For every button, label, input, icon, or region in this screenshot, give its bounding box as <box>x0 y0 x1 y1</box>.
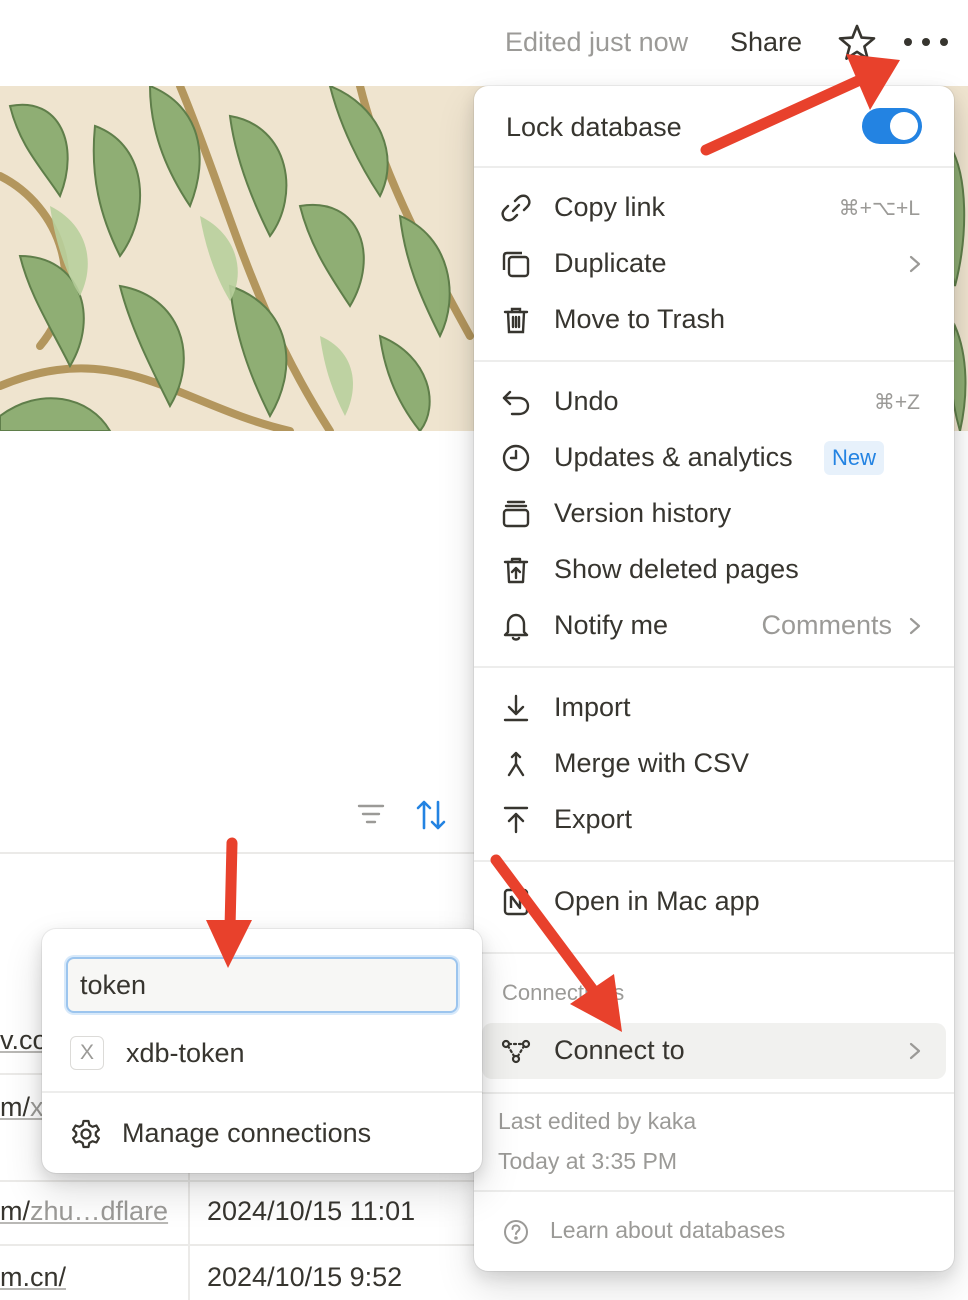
menu-item-undo[interactable]: Undo ⌘+Z <box>474 377 954 427</box>
table-cell-link[interactable]: m.cn/ <box>0 1262 66 1293</box>
menu-item-export[interactable]: Export <box>474 795 954 845</box>
connection-option-label: xdb-token <box>126 1038 245 1068</box>
link-icon <box>501 194 531 222</box>
undo-icon <box>502 390 530 416</box>
help-circle-icon <box>504 1220 528 1244</box>
menu-divider <box>474 860 954 862</box>
menu-divider <box>474 1190 954 1192</box>
menu-item-label: Copy link <box>554 192 666 222</box>
menu-item-import[interactable]: Import <box>474 683 954 733</box>
connections-section-title: Connections <box>502 980 625 1005</box>
menu-divider <box>474 166 954 168</box>
filter-icon[interactable] <box>356 800 386 830</box>
toggle-knob <box>890 112 918 140</box>
menu-item-label: Updates & analytics <box>554 442 793 472</box>
connect-to-popover: X xdb-token Manage connections <box>42 929 482 1173</box>
table-cell-created-time: 2024/10/15 9:52 <box>207 1262 403 1292</box>
menu-item-open-mac-app[interactable]: Open in Mac app <box>474 877 954 927</box>
import-icon <box>503 694 529 722</box>
table-header-divider <box>0 852 474 854</box>
star-icon[interactable] <box>836 22 878 64</box>
menu-item-label: Version history <box>554 498 732 528</box>
menu-divider <box>474 1092 954 1094</box>
learn-label: Learn about databases <box>550 1217 786 1243</box>
table-row-divider <box>0 1180 474 1182</box>
menu-item-label: Undo <box>554 386 619 416</box>
menu-item-version-history[interactable]: Version history <box>474 489 954 539</box>
menu-item-move-to-trash[interactable]: Move to Trash <box>474 295 954 345</box>
connection-search-input[interactable] <box>66 957 458 1013</box>
chevron-right-icon <box>909 617 921 635</box>
menu-item-label: Export <box>554 804 633 834</box>
database-options-menu: Lock database Copy link ⌘+⌥+L Duplicate … <box>474 86 954 1271</box>
table-column-divider <box>188 1173 190 1300</box>
manage-connections-label: Manage connections <box>122 1118 372 1148</box>
connection-option[interactable]: X xdb-token <box>42 1029 482 1079</box>
menu-item-label: Import <box>554 692 631 722</box>
manage-connections-button[interactable]: Manage connections <box>42 1109 482 1159</box>
integration-logo-icon: X <box>70 1036 104 1070</box>
menu-item-updates-analytics[interactable]: Updates & analytics New <box>474 433 954 483</box>
menu-item-label: Notify me <box>554 610 669 640</box>
gear-icon <box>72 1119 100 1149</box>
lock-database-toggle[interactable] <box>862 108 922 144</box>
lock-database-label: Lock database <box>506 112 682 142</box>
duplicate-icon <box>502 251 530 278</box>
menu-item-label: Open in Mac app <box>554 886 760 916</box>
last-edited-time: Today at 3:35 PM <box>498 1148 677 1174</box>
menu-item-label: Merge with CSV <box>554 748 750 778</box>
shortcut-hint: ⌘+Z <box>873 391 920 414</box>
bell-icon <box>503 613 529 641</box>
export-icon <box>503 806 529 834</box>
sort-icon[interactable] <box>414 798 448 832</box>
new-badge: New <box>824 441 885 475</box>
restore-trash-icon <box>503 557 529 584</box>
version-history-icon <box>502 500 530 528</box>
table-cell-link[interactable]: m/zhu…dflare <box>0 1196 168 1227</box>
clock-icon <box>502 444 530 472</box>
merge-icon <box>507 751 525 777</box>
shortcut-hint: ⌘+⌥+L <box>838 197 920 220</box>
menu-divider <box>474 952 954 954</box>
last-edited-by: Last edited by kaka <box>498 1108 697 1134</box>
learn-about-databases-link[interactable]: Learn about databases <box>474 1210 954 1252</box>
trash-icon <box>503 307 529 334</box>
connections-icon <box>501 1039 531 1064</box>
mac-app-icon <box>503 888 529 916</box>
menu-divider <box>474 360 954 362</box>
page-topbar: Edited just now Share <box>0 0 968 86</box>
chevron-right-icon <box>909 1042 921 1060</box>
menu-item-label: Move to Trash <box>554 304 726 334</box>
menu-item-label: Connect to <box>554 1035 685 1065</box>
menu-divider <box>474 666 954 668</box>
table-cell-link[interactable]: m/x <box>0 1092 44 1123</box>
menu-item-notify-me[interactable]: Notify me Comments <box>474 601 954 651</box>
menu-item-duplicate[interactable]: Duplicate <box>474 239 954 289</box>
table-cell-link[interactable]: v.co <box>0 1025 48 1056</box>
share-button[interactable]: Share <box>730 27 802 58</box>
menu-item-label: Show deleted pages <box>554 554 799 584</box>
notify-setting-value: Comments <box>761 610 892 640</box>
menu-item-copy-link[interactable]: Copy link ⌘+⌥+L <box>474 183 954 233</box>
more-horizontal-icon[interactable] <box>904 28 948 56</box>
table-cell-created-time: 2024/10/15 11:01 <box>207 1196 416 1226</box>
menu-item-show-deleted-pages[interactable]: Show deleted pages <box>474 545 954 595</box>
popover-divider <box>42 1091 482 1093</box>
edited-status: Edited just now <box>505 27 689 57</box>
menu-item-label: Duplicate <box>554 248 667 278</box>
menu-item-merge-csv[interactable]: Merge with CSV <box>474 739 954 789</box>
table-row-divider <box>0 1244 474 1246</box>
menu-item-connect-to[interactable]: Connect to <box>474 1026 954 1076</box>
chevron-right-icon <box>909 255 921 273</box>
